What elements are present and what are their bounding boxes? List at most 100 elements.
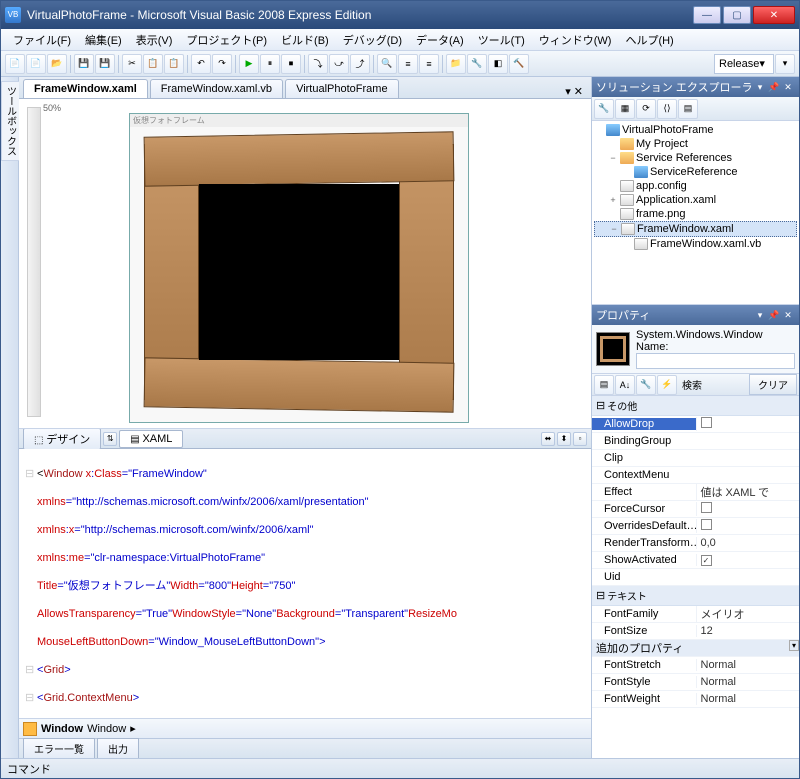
paste-button[interactable]: 📋: [164, 54, 184, 74]
undo-button[interactable]: ↶: [191, 54, 211, 74]
config-dropdown[interactable]: Release ▾: [714, 54, 774, 74]
property-row[interactable]: FontStretchNormal: [592, 657, 799, 674]
design-tab[interactable]: ⬚ デザイン: [23, 428, 101, 450]
breadcrumb-root[interactable]: Window: [41, 723, 83, 735]
titlebar[interactable]: VB VirtualPhotoFrame - Microsoft Visual …: [1, 1, 799, 29]
tree-node[interactable]: +Application.xaml: [594, 193, 797, 207]
step-over-button[interactable]: ⤻: [329, 54, 349, 74]
stop-button[interactable]: ⏹: [281, 54, 301, 74]
events-mode-button[interactable]: ⚡: [657, 375, 677, 395]
property-row[interactable]: ContextMenu: [592, 467, 799, 484]
tab-virtualphotoframe[interactable]: VirtualPhotoFrame: [285, 79, 399, 98]
zoom-ruler[interactable]: [27, 107, 41, 417]
menu-build[interactable]: ビルド(B): [275, 30, 335, 50]
dropdown-icon[interactable]: ▾: [753, 80, 767, 94]
property-row[interactable]: ForceCursor: [592, 501, 799, 518]
property-category[interactable]: ⊟ テキスト: [592, 586, 799, 606]
split-horizontal-button[interactable]: ⬌: [541, 432, 555, 446]
property-row[interactable]: Effect値は XAML で: [592, 484, 799, 501]
additional-properties[interactable]: 追加のプロパティ ▾: [592, 640, 799, 657]
show-all-button[interactable]: ▦: [615, 99, 635, 119]
redo-button[interactable]: ↷: [212, 54, 232, 74]
menu-data[interactable]: データ(A): [410, 30, 470, 50]
cut-button[interactable]: ✂: [122, 54, 142, 74]
xaml-editor[interactable]: ⊟<Window x:Class="FrameWindow" xmlns="ht…: [19, 449, 591, 718]
property-row[interactable]: FontWeightNormal: [592, 691, 799, 708]
element-breadcrumb[interactable]: Window Window ▸: [19, 718, 591, 738]
menu-tools[interactable]: ツール(T): [472, 30, 531, 50]
step-into-button[interactable]: ⤵: [308, 54, 328, 74]
save-all-button[interactable]: 💾: [95, 54, 115, 74]
toolbox-tab[interactable]: ツールボックス: [1, 81, 19, 161]
properties-button[interactable]: 🔧: [467, 54, 487, 74]
tree-node[interactable]: frame.png: [594, 207, 797, 221]
tree-node[interactable]: FrameWindow.xaml.vb: [594, 237, 797, 251]
copy-button[interactable]: 📋: [143, 54, 163, 74]
solution-explorer-header[interactable]: ソリューション エクスプローラ ▾ 📌 ✕: [592, 77, 799, 97]
tree-node[interactable]: app.config: [594, 179, 797, 193]
run-button[interactable]: ▶: [239, 54, 259, 74]
menu-window[interactable]: ウィンドウ(W): [533, 30, 618, 50]
design-canvas[interactable]: 仮想フォトフレーム: [129, 113, 469, 423]
object-browser-button[interactable]: ◧: [488, 54, 508, 74]
find-button[interactable]: 🔍: [377, 54, 397, 74]
breadcrumb-item[interactable]: Window: [87, 723, 126, 735]
split-vertical-button[interactable]: ⬍: [557, 432, 571, 446]
properties-mode-button[interactable]: 🔧: [636, 375, 656, 395]
property-category[interactable]: ⊟ その他: [592, 396, 799, 416]
tree-node[interactable]: −FrameWindow.xaml: [594, 221, 797, 237]
properties-button[interactable]: 🔧: [594, 99, 614, 119]
minimize-button[interactable]: —: [693, 6, 721, 24]
view-code-button[interactable]: ⟨⟩: [657, 99, 677, 119]
save-button[interactable]: 💾: [74, 54, 94, 74]
comment-button[interactable]: ≡: [398, 54, 418, 74]
menu-help[interactable]: ヘルプ(H): [619, 30, 679, 50]
uncomment-button[interactable]: ≡: [419, 54, 439, 74]
categorized-button[interactable]: ▤: [594, 375, 614, 395]
menu-file[interactable]: ファイル(F): [7, 30, 77, 50]
property-row[interactable]: OverridesDefault…: [592, 518, 799, 535]
swap-panes-button[interactable]: ⇅: [103, 432, 117, 446]
menu-project[interactable]: プロジェクト(P): [180, 30, 273, 50]
tree-node[interactable]: ServiceReference: [594, 165, 797, 179]
toolbar-overflow-button[interactable]: ▾: [775, 54, 795, 74]
property-row[interactable]: ShowActivated✓: [592, 552, 799, 569]
close-button[interactable]: ✕: [753, 6, 795, 24]
add-item-button[interactable]: 📄: [26, 54, 46, 74]
property-row[interactable]: BindingGroup: [592, 433, 799, 450]
property-row[interactable]: AllowDrop: [592, 416, 799, 433]
collapse-pane-button[interactable]: ▫: [573, 432, 587, 446]
pin-icon[interactable]: 📌: [767, 80, 781, 94]
view-designer-button[interactable]: ▤: [678, 99, 698, 119]
new-project-button[interactable]: 📄: [5, 54, 25, 74]
step-out-button[interactable]: ⤴: [350, 54, 370, 74]
tab-framewindow-xaml-vb[interactable]: FrameWindow.xaml.vb: [150, 79, 283, 98]
property-grid[interactable]: ⊟ その他AllowDropBindingGroupClipContextMen…: [592, 396, 799, 758]
tree-node[interactable]: −Service References: [594, 151, 797, 165]
property-row[interactable]: FontSize12: [592, 623, 799, 640]
name-input[interactable]: [636, 353, 795, 369]
property-row[interactable]: Clip: [592, 450, 799, 467]
toolbox-button[interactable]: 🔨: [509, 54, 529, 74]
tree-node[interactable]: My Project: [594, 137, 797, 151]
xaml-tab[interactable]: ▤ XAML: [119, 430, 183, 448]
property-row[interactable]: FontFamilyメイリオ: [592, 606, 799, 623]
properties-header[interactable]: プロパティ ▾ 📌 ✕: [592, 305, 799, 325]
menu-edit[interactable]: 編集(E): [79, 30, 128, 50]
tree-node[interactable]: VirtualPhotoFrame: [594, 123, 797, 137]
tab-framewindow-xaml[interactable]: FrameWindow.xaml: [23, 79, 148, 98]
property-row[interactable]: RenderTransform…0,0: [592, 535, 799, 552]
close-panel-icon[interactable]: ✕: [781, 308, 795, 322]
pause-button[interactable]: ⏸: [260, 54, 280, 74]
open-button[interactable]: 📂: [47, 54, 67, 74]
dropdown-icon[interactable]: ▾: [753, 308, 767, 322]
tab-dropdown-icon[interactable]: ▾: [565, 85, 571, 98]
tab-close-icon[interactable]: ✕: [574, 85, 583, 98]
designer-surface[interactable]: 50% 仮想フォトフレーム: [19, 99, 591, 429]
clear-button[interactable]: クリア: [749, 374, 797, 395]
property-row[interactable]: FontStyleNormal: [592, 674, 799, 691]
search-label[interactable]: 検索: [678, 377, 748, 392]
solution-explorer-button[interactable]: 📁: [446, 54, 466, 74]
menu-debug[interactable]: デバッグ(D): [337, 30, 408, 50]
property-row[interactable]: Uid: [592, 569, 799, 586]
